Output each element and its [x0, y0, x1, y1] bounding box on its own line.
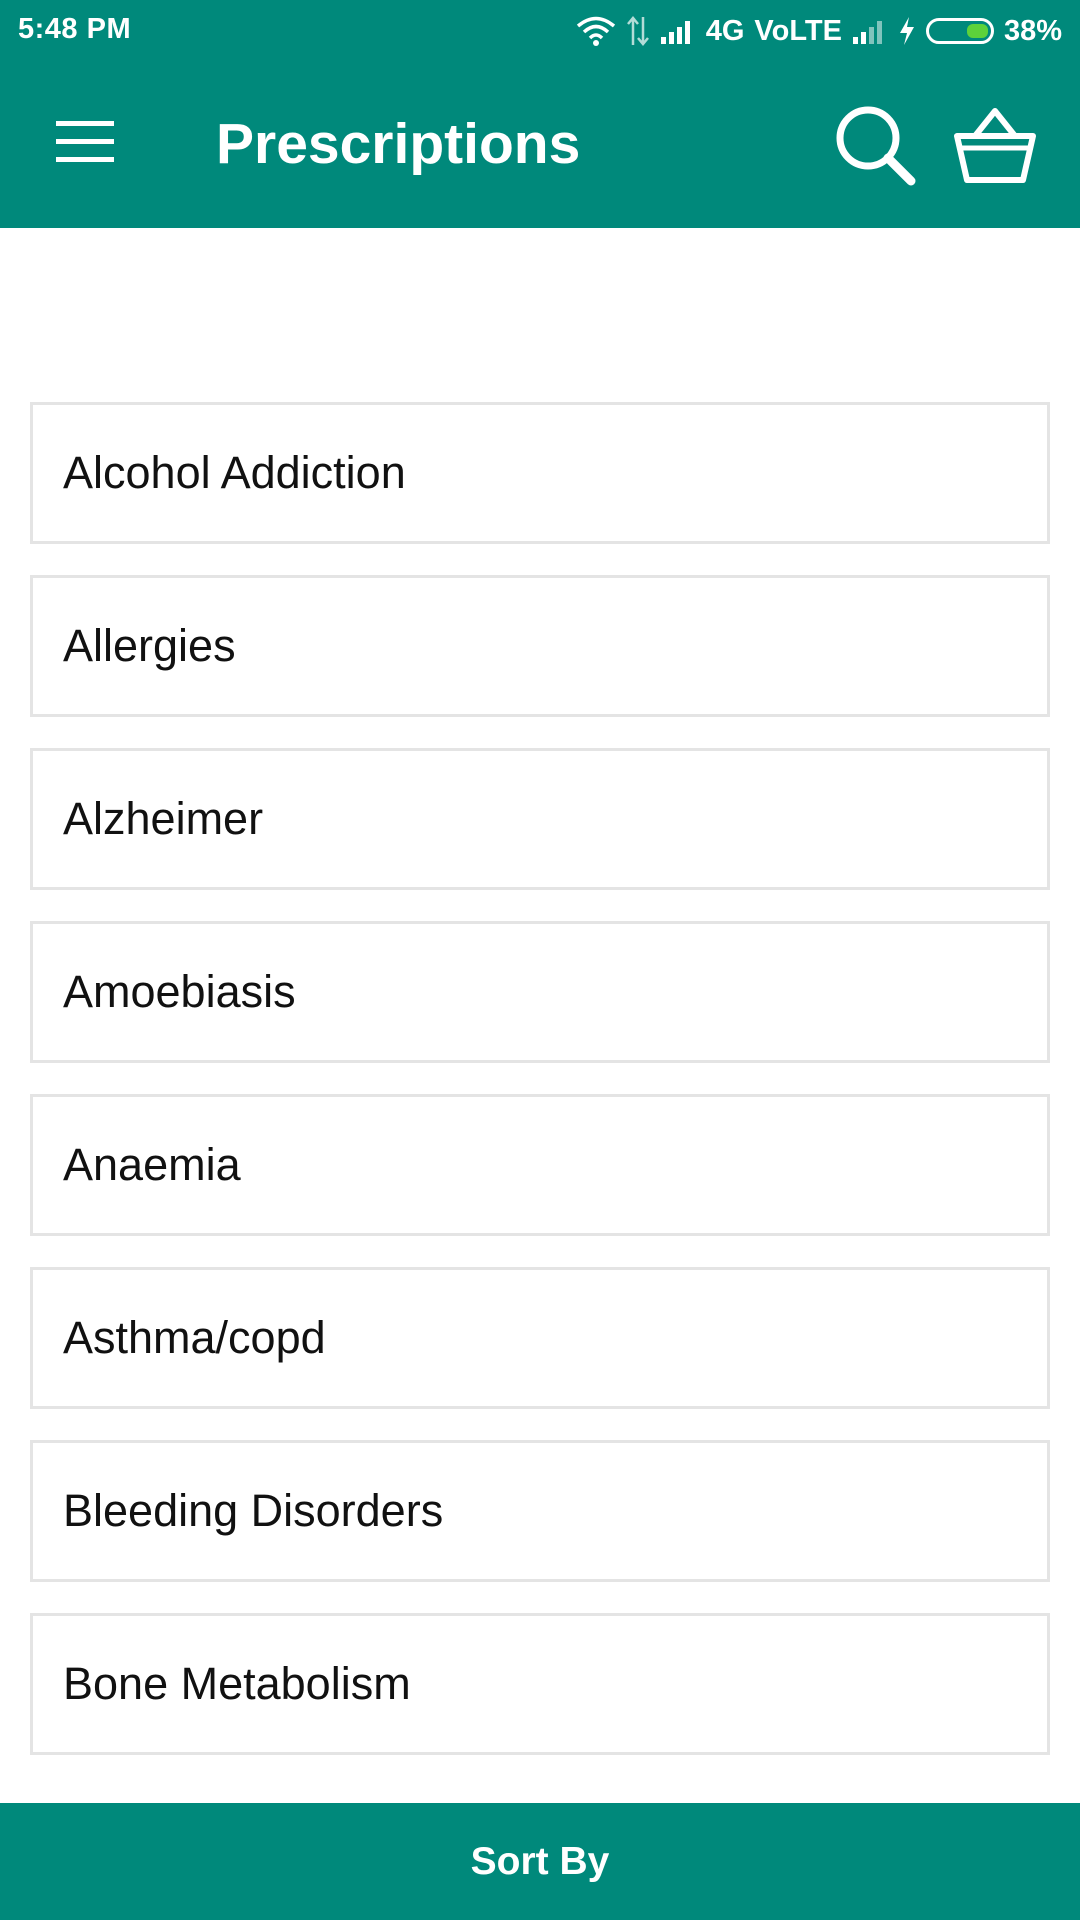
- basket-icon[interactable]: [950, 100, 1040, 190]
- battery-icon: [925, 18, 994, 44]
- sort-by-button[interactable]: Sort By: [0, 1803, 1080, 1920]
- list-item[interactable]: Alzheimer: [30, 748, 1050, 890]
- charging-bolt-icon: [898, 16, 916, 46]
- status-icons: 4G VoLTE 38%: [576, 10, 1062, 52]
- list-item[interactable]: Alcohol Addiction: [30, 402, 1050, 544]
- signal-strength-2-icon: [852, 17, 888, 45]
- status-time: 5:48 PM: [18, 13, 132, 45]
- battery-level-fill: [966, 24, 988, 38]
- volte-label: VoLTE: [754, 14, 842, 47]
- status-bar: 5:48 PM 4G VoLTE 38%: [0, 0, 1080, 62]
- list-item[interactable]: Bleeding Disorders: [30, 1440, 1050, 1582]
- signal-strength-icon: [660, 17, 696, 45]
- data-transfer-icon: [626, 15, 650, 47]
- page-title: Prescriptions: [216, 112, 581, 176]
- network-type-label: 4G: [705, 14, 745, 47]
- list-item[interactable]: Bone Metabolism: [30, 1613, 1050, 1755]
- prescription-category-list: Alcohol Addiction Allergies Alzheimer Am…: [30, 402, 1050, 1786]
- search-icon[interactable]: [830, 100, 920, 190]
- list-item[interactable]: Allergies: [30, 575, 1050, 717]
- battery-percent: 38%: [1003, 14, 1062, 47]
- list-item[interactable]: Amoebiasis: [30, 921, 1050, 1063]
- app-bar: Prescriptions: [0, 62, 1080, 228]
- hamburger-menu-icon[interactable]: [40, 107, 130, 177]
- list-item[interactable]: Anaemia: [30, 1094, 1050, 1236]
- wifi-icon: [576, 15, 616, 47]
- list-item[interactable]: Asthma/copd: [30, 1267, 1050, 1409]
